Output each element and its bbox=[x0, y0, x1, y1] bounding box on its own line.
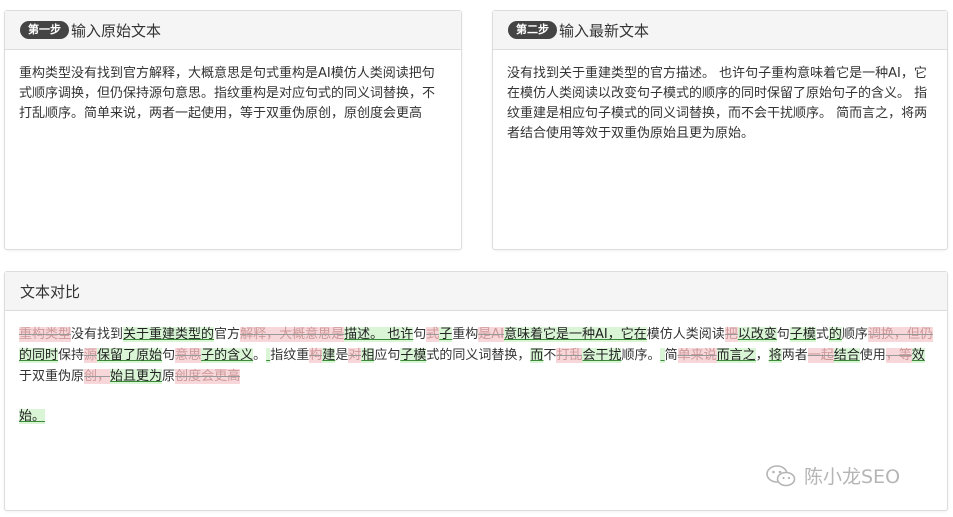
diff-unchanged-segment: 顺序 bbox=[841, 327, 868, 342]
latest-text-panel: 第二步 输入最新文本 没有找到关于重建类型的官方描述。 也许句子重构意味着它是一… bbox=[492, 10, 948, 250]
diff-inserted-segment: 子 bbox=[439, 327, 453, 342]
diff-inserted-segment: 相 bbox=[361, 348, 375, 363]
diff-inserted-segment: 以改变 bbox=[737, 327, 777, 342]
diff-unchanged-segment: 保持 bbox=[58, 348, 85, 363]
diff-inserted-segment: 子模 bbox=[789, 327, 816, 342]
original-text-input[interactable]: 重构类型没有找到官方解释，大概意思是句式重构是AI模仿人类阅读把句式顺序调换，但… bbox=[5, 50, 461, 124]
step-one-badge: 第一步 bbox=[20, 21, 69, 39]
compare-segments: 重构类型没有找到关于重建类型的官方解释，大概意思是描述。 也许句式子重构是AI意… bbox=[19, 324, 933, 387]
diff-inserted-segment: 始。 bbox=[19, 409, 46, 424]
diff-unchanged-segment: 两者 bbox=[781, 348, 808, 363]
diff-unchanged-segment: 句 bbox=[162, 348, 176, 363]
diff-inserted-segment: 而 bbox=[530, 348, 544, 363]
original-text-title: 输入原始文本 bbox=[71, 21, 162, 40]
diff-inserted-segment: 子的含义 bbox=[201, 348, 254, 363]
diff-inserted-segment: 将 bbox=[768, 348, 782, 363]
diff-inserted-segment: 子模 bbox=[400, 348, 427, 363]
diff-deleted-segment: 意思 bbox=[175, 348, 202, 363]
diff-unchanged-segment: 于双重伪原 bbox=[19, 369, 85, 384]
diff-deleted-segment: 创度会更高 bbox=[175, 369, 241, 384]
diff-deleted-segment: 打乱 bbox=[556, 348, 583, 363]
diff-unchanged-segment: 没有找到 bbox=[71, 327, 124, 342]
diff-unchanged-segment: 重构 bbox=[452, 327, 479, 342]
diff-inserted-segment: 的 bbox=[828, 327, 842, 342]
diff-unchanged-segment: 指纹重 bbox=[270, 348, 310, 363]
diff-unchanged-segment: 应句 bbox=[374, 348, 401, 363]
text-compare-title: 文本对比 bbox=[20, 282, 81, 301]
diff-unchanged-segment: 式 bbox=[815, 327, 829, 342]
diff-inserted-segment: 意味着它是一种AI，它在 bbox=[504, 327, 647, 342]
diff-unchanged-segment: 。 bbox=[253, 348, 267, 363]
diff-inserted-segment: 描述。 也许 bbox=[344, 327, 414, 342]
diff-deleted-segment: 式 bbox=[426, 327, 440, 342]
diff-unchanged-segment: 句 bbox=[413, 327, 427, 342]
diff-inserted-segment: 始且更为 bbox=[110, 369, 163, 384]
diff-deleted-segment: 构 bbox=[309, 348, 323, 363]
text-compare-header: 文本对比 bbox=[5, 272, 947, 311]
diff-unchanged-segment: 顺序。 bbox=[621, 348, 661, 363]
diff-inserted-segment: 关于重建类型的 bbox=[123, 327, 215, 342]
diff-unchanged-segment: ， bbox=[755, 348, 769, 363]
diff-deleted-segment: 调换，但仍 bbox=[867, 327, 933, 342]
diff-deleted-segment: 把 bbox=[724, 327, 738, 342]
diff-inserted-segment: 的同时 bbox=[19, 348, 59, 363]
diff-unchanged-segment: 使用 bbox=[859, 348, 886, 363]
diff-deleted-segment: 是AI bbox=[478, 327, 505, 342]
diff-unchanged-segment: 原 bbox=[162, 369, 176, 384]
original-text-panel: 第一步 输入原始文本 重构类型没有找到官方解释，大概意思是句式重构是AI模仿人类… bbox=[4, 10, 462, 250]
diff-deleted-segment: 重构类型 bbox=[19, 327, 72, 342]
diff-inserted-segment: 会干扰 bbox=[582, 348, 622, 363]
diff-deleted-segment: 对 bbox=[348, 348, 362, 363]
diff-unchanged-segment: 是 bbox=[335, 348, 349, 363]
diff-inserted-segment: 而言之 bbox=[716, 348, 756, 363]
diff-inserted-segment: 效 bbox=[911, 348, 925, 363]
diff-deleted-segment: 源 bbox=[84, 348, 98, 363]
diff-unchanged-segment: 简 bbox=[664, 348, 678, 363]
diff-deleted-segment: 一起 bbox=[807, 348, 834, 363]
diff-deleted-segment: ，等 bbox=[885, 348, 912, 363]
compare-result: 重构类型没有找到关于重建类型的官方解释，大概意思是描述。 也许句式子重构是AI意… bbox=[5, 311, 947, 427]
diff-unchanged-segment: 不 bbox=[543, 348, 557, 363]
latest-text-header: 第二步 输入最新文本 bbox=[493, 11, 947, 50]
diff-inserted-segment: 保留了原始 bbox=[97, 348, 163, 363]
compare-last-line: 始。 bbox=[19, 406, 933, 427]
latest-text-title: 输入最新文本 bbox=[559, 21, 650, 40]
diff-inserted-segment: 建 bbox=[322, 348, 336, 363]
diff-unchanged-segment: 句 bbox=[776, 327, 790, 342]
original-text-header: 第一步 输入原始文本 bbox=[5, 11, 461, 50]
latest-text-input[interactable]: 没有找到关于重建类型的官方描述。 也许句子重构意味着它是一种AI，它在模仿人类阅… bbox=[493, 50, 947, 144]
diff-inserted-segment: 结合 bbox=[833, 348, 860, 363]
diff-deleted-segment: 单来说 bbox=[677, 348, 717, 363]
diff-unchanged-segment: 式的同义词替换， bbox=[426, 348, 531, 363]
step-two-badge: 第二步 bbox=[508, 21, 557, 39]
diff-deleted-segment: 解释，大概意思是 bbox=[240, 327, 345, 342]
diff-deleted-segment: 创， bbox=[84, 369, 111, 384]
diff-unchanged-segment: 模仿人类阅读 bbox=[646, 327, 725, 342]
text-compare-panel: 文本对比 重构类型没有找到关于重建类型的官方解释，大概意思是描述。 也许句式子重… bbox=[4, 271, 948, 511]
diff-unchanged-segment: 官方 bbox=[214, 327, 241, 342]
